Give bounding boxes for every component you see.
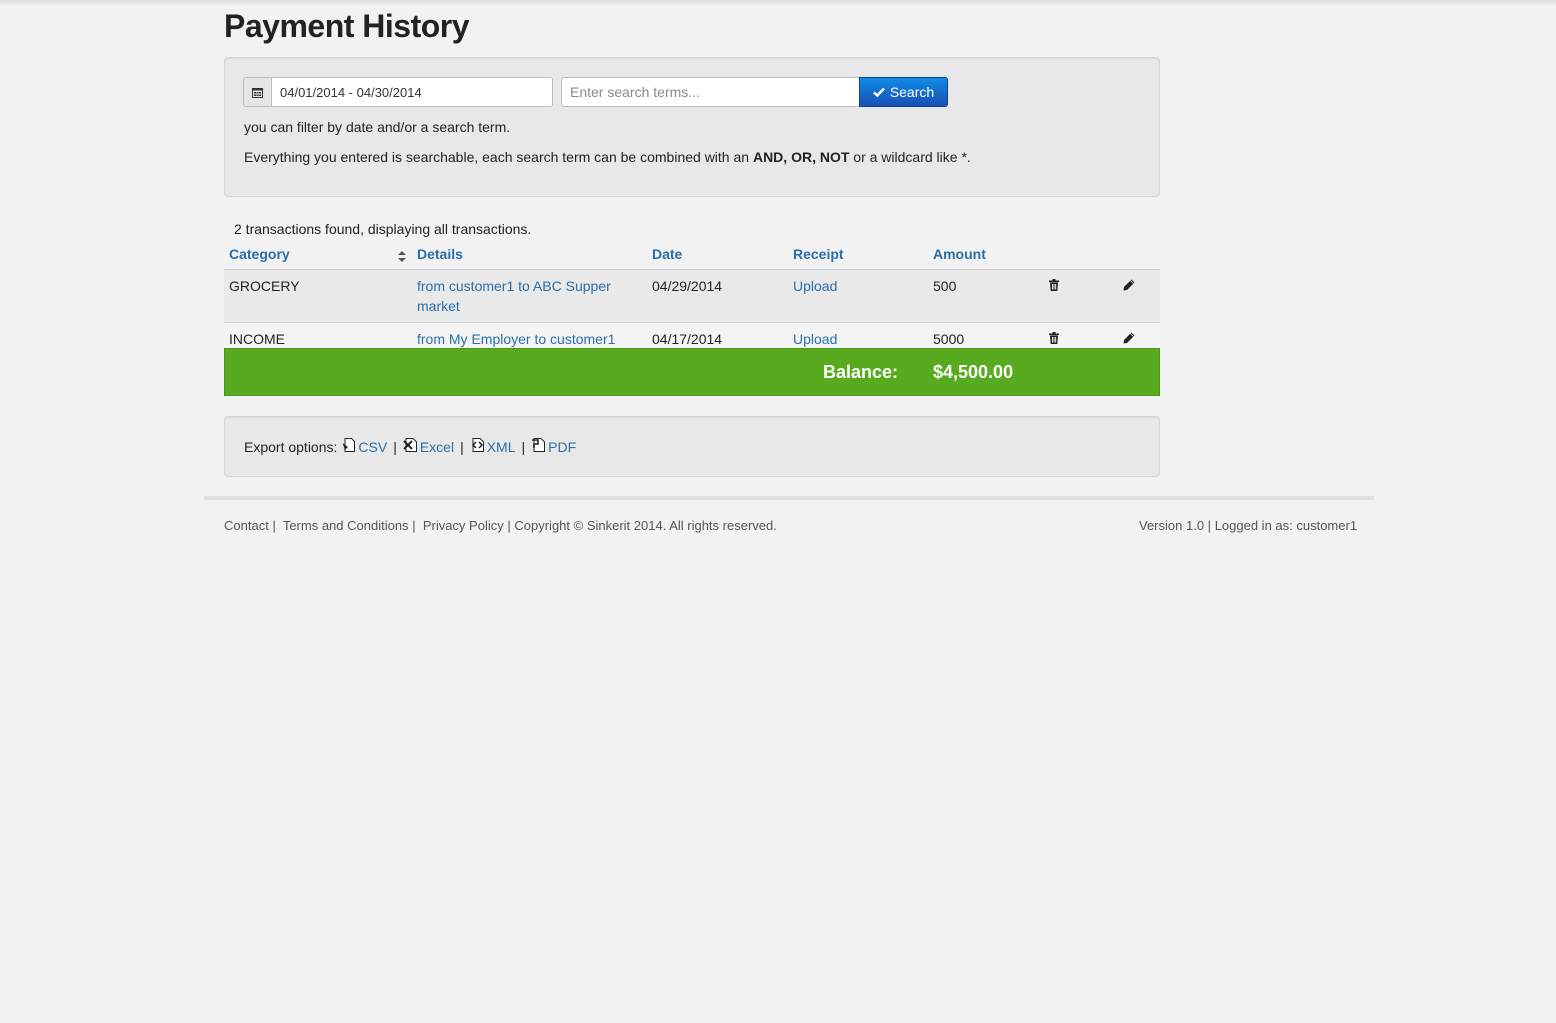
cell-date: 04/29/2014 xyxy=(647,269,788,323)
search-input[interactable] xyxy=(561,77,859,107)
transactions-table: Category Details Date Receipt Amount GRO… xyxy=(224,240,1160,356)
transaction-details-link[interactable]: from customer1 to ABC Supper market xyxy=(417,278,611,314)
upload-receipt-link[interactable]: Upload xyxy=(793,331,837,347)
footer-privacy-link[interactable]: Privacy Policy xyxy=(423,518,504,533)
check-icon xyxy=(873,84,885,100)
xml-file-icon xyxy=(470,438,484,455)
sort-icon[interactable] xyxy=(398,249,406,265)
column-header-delete xyxy=(1042,240,1115,270)
footer-divider xyxy=(204,496,1374,500)
cell-category: GROCERY xyxy=(224,269,412,323)
date-range-group xyxy=(243,77,553,107)
trash-icon[interactable] xyxy=(1047,278,1059,294)
filter-panel: Search you can filter by date and/or a s… xyxy=(224,57,1160,197)
footer-contact-link[interactable]: Contact xyxy=(224,518,269,533)
export-xml-link[interactable]: XML xyxy=(470,438,516,455)
upload-receipt-link[interactable]: Upload xyxy=(793,278,837,294)
export-csv-link[interactable]: CSV xyxy=(342,438,387,455)
trash-icon[interactable] xyxy=(1047,331,1059,347)
export-excel-link[interactable]: Excel xyxy=(403,438,454,455)
csv-file-icon xyxy=(342,438,356,455)
excel-file-icon xyxy=(403,438,417,455)
column-header-category[interactable]: Category xyxy=(224,240,412,270)
top-shadow xyxy=(0,0,1556,6)
footer-status: Version 1.0 | Logged in as: customer1 xyxy=(1139,518,1358,533)
pencil-icon[interactable] xyxy=(1120,278,1135,294)
pencil-icon[interactable] xyxy=(1120,331,1135,347)
column-header-receipt[interactable]: Receipt xyxy=(788,240,928,270)
search-group: Search xyxy=(561,77,948,107)
footer-logged-in: Logged in as: customer1 xyxy=(1214,518,1358,533)
operators-text: AND, OR, NOT xyxy=(752,149,850,165)
footer-links: Contact | Terms and Conditions | Privacy… xyxy=(224,518,777,533)
footer-version: Version 1.0 xyxy=(1139,518,1205,533)
search-button[interactable]: Search xyxy=(859,77,948,107)
export-panel: Export options: CSV | Excel | XML | PDF xyxy=(224,416,1160,477)
footer-copyright: Copyright © Sinkerit 2014. All rights re… xyxy=(514,518,777,533)
date-range-input[interactable] xyxy=(271,77,553,107)
export-options: Export options: CSV | Excel | XML | PDF xyxy=(244,438,577,455)
page-title: Payment History xyxy=(224,8,470,44)
table-row: GROCERY from customer1 to ABC Supper mar… xyxy=(224,269,1160,323)
search-syntax-help: Everything you entered is searchable, ea… xyxy=(244,149,971,165)
column-header-amount[interactable]: Amount xyxy=(928,240,1042,270)
pdf-file-icon xyxy=(531,438,546,455)
column-header-edit xyxy=(1115,240,1160,270)
transaction-details-link[interactable]: from My Employer to customer1 xyxy=(417,331,615,347)
results-summary: 2 transactions found, displaying all tra… xyxy=(234,221,532,237)
footer-terms-link[interactable]: Terms and Conditions xyxy=(283,518,409,533)
balance-value: $4,500.00 xyxy=(933,362,1014,382)
export-label: Export options: xyxy=(244,438,338,455)
calendar-icon[interactable] xyxy=(243,77,271,107)
export-pdf-link[interactable]: PDF xyxy=(531,438,576,455)
balance-bar: Balance: $4,500.00 xyxy=(224,348,1160,396)
balance-label: Balance: xyxy=(823,362,899,382)
column-header-details[interactable]: Details xyxy=(412,240,647,270)
cell-amount: 500 xyxy=(928,269,1042,323)
filter-help-text: you can filter by date and/or a search t… xyxy=(244,119,511,135)
search-button-label: Search xyxy=(889,84,935,100)
column-header-date[interactable]: Date xyxy=(647,240,788,270)
table-header-row: Category Details Date Receipt Amount xyxy=(224,240,1160,270)
